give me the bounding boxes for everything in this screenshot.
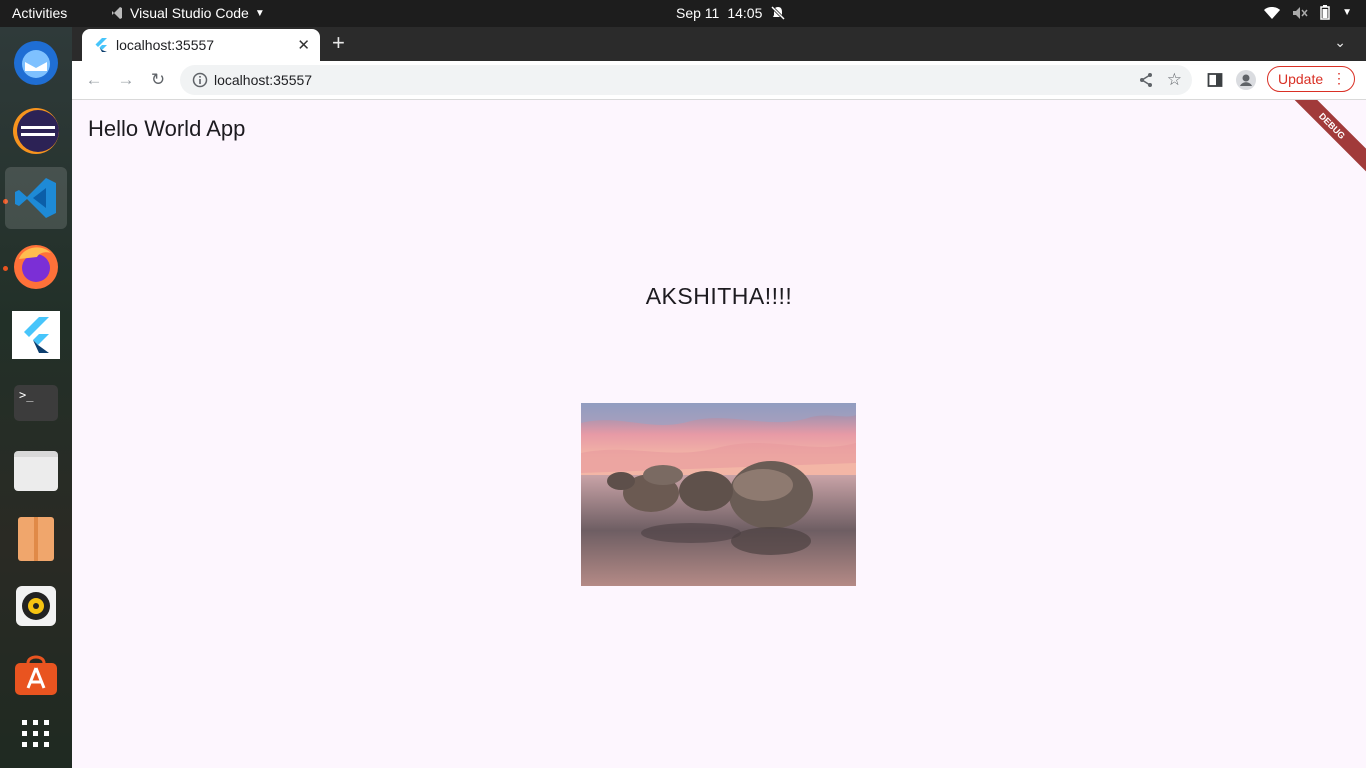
system-top-bar: Activities Visual Studio Code ▼ Sep 11 1…	[0, 0, 1366, 27]
firefox-icon	[14, 245, 58, 289]
side-panel-icon[interactable]	[1207, 72, 1223, 88]
dock-item-files[interactable]	[10, 445, 62, 497]
notifications-off-icon	[771, 5, 786, 21]
app-bar-title: Hello World App	[88, 116, 246, 141]
update-button[interactable]: Update ⋮	[1267, 66, 1355, 92]
browser-toolbar: ← → ↻ localhost:35557 ☆ Update ⋮	[72, 61, 1366, 100]
chevron-down-icon: ▼	[254, 7, 265, 19]
clock[interactable]: Sep 11 14:05	[676, 5, 786, 21]
app-center-icon	[15, 655, 57, 695]
tab-strip: localhost:35557 ✕ + ⌄	[72, 27, 1366, 61]
dock-item-vscode[interactable]	[5, 167, 67, 229]
rhythmbox-icon	[16, 586, 56, 626]
bookmark-star-icon[interactable]: ☆	[1167, 70, 1182, 90]
beach-boulders-image	[581, 403, 856, 586]
dock-item-flutter[interactable]	[10, 309, 62, 361]
wifi-icon	[1264, 6, 1281, 19]
browser-tab[interactable]: localhost:35557 ✕	[82, 29, 320, 61]
back-button[interactable]: ←	[83, 69, 105, 91]
greeting-heading: AKSHITHA!!!!	[645, 283, 793, 309]
flutter-app-page: Hello World App AKSHITHA!!!! DEBUG	[72, 100, 1366, 768]
activities-button[interactable]: Activities	[12, 5, 67, 21]
system-tray[interactable]: ▼	[1264, 5, 1352, 20]
update-label: Update	[1278, 71, 1324, 87]
eclipse-icon	[13, 108, 59, 154]
flutter-favicon-icon	[95, 38, 107, 52]
running-indicator	[3, 266, 8, 271]
close-tab-icon[interactable]: ✕	[297, 36, 310, 54]
show-apps-icon	[22, 720, 49, 747]
dock-item-app-center[interactable]	[10, 648, 62, 700]
flutter-icon	[12, 311, 60, 359]
time-label: 14:05	[727, 5, 763, 21]
vscode-icon	[15, 178, 56, 218]
dock-item-rhythmbox[interactable]	[10, 580, 62, 632]
battery-icon	[1320, 5, 1330, 20]
site-info-icon[interactable]	[192, 72, 208, 88]
vscode-small-icon	[112, 7, 122, 19]
profile-avatar-icon[interactable]	[1236, 70, 1256, 90]
url-text: localhost:35557	[214, 72, 313, 88]
archive-manager-icon	[18, 517, 54, 561]
thunderbird-icon	[14, 41, 58, 85]
reload-button[interactable]: ↻	[147, 69, 169, 91]
tab-search-chevron-icon[interactable]: ⌄	[1334, 34, 1346, 51]
dock-item-archive[interactable]	[10, 513, 62, 565]
dock-item-terminal[interactable]: >_	[10, 377, 62, 429]
tab-title: localhost:35557	[116, 37, 215, 53]
chevron-down-icon: ▼	[1342, 7, 1352, 18]
share-icon[interactable]	[1138, 72, 1154, 88]
new-tab-button[interactable]: +	[332, 32, 345, 54]
date-label: Sep 11	[676, 5, 720, 21]
dock-item-show-apps[interactable]	[10, 708, 62, 760]
volume-muted-icon	[1293, 6, 1308, 19]
files-icon	[14, 451, 58, 491]
address-bar[interactable]: localhost:35557 ☆	[180, 65, 1192, 95]
dock-item-eclipse[interactable]	[10, 105, 62, 157]
debug-banner: DEBUG	[1276, 100, 1366, 182]
dock-item-firefox[interactable]	[10, 240, 62, 292]
terminal-icon: >_	[14, 385, 58, 421]
dock: >_	[0, 27, 72, 768]
forward-button[interactable]: →	[115, 69, 137, 91]
more-menu-icon[interactable]: ⋮	[1332, 70, 1346, 87]
dock-item-thunderbird[interactable]	[10, 37, 62, 89]
app-menu[interactable]: Visual Studio Code ▼	[110, 5, 265, 21]
app-menu-label: Visual Studio Code	[130, 5, 249, 21]
